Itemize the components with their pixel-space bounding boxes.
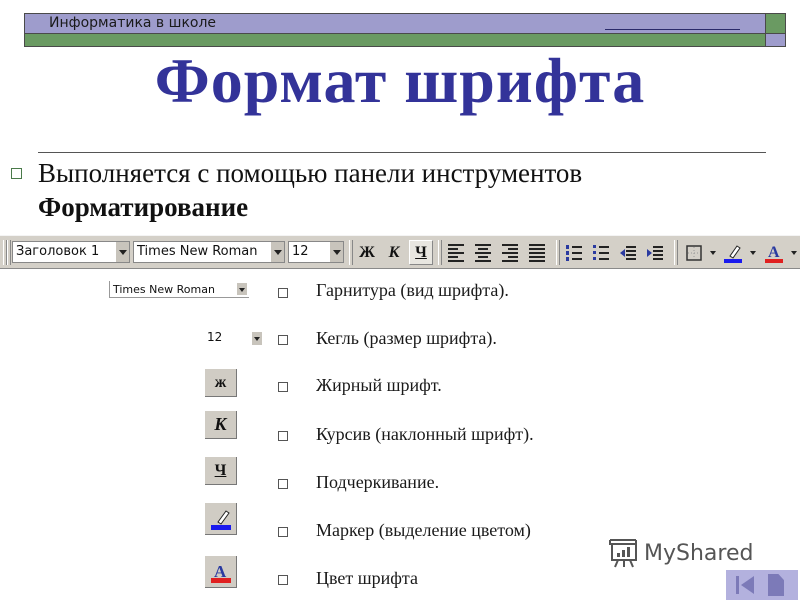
watermark-logo: MyShared — [606, 537, 753, 569]
align-center-icon — [475, 243, 491, 262]
decrease-indent-button[interactable] — [616, 240, 640, 265]
font-combo[interactable]: Times New Roman — [133, 241, 285, 263]
highlight-dropdown-icon[interactable] — [750, 251, 756, 255]
svg-text:A: A — [768, 244, 780, 261]
sample-bold-button: ж — [205, 369, 237, 397]
bullet-icon — [278, 288, 288, 298]
increase-indent-button[interactable] — [643, 240, 667, 265]
justify-button[interactable] — [525, 240, 549, 265]
highlight-button[interactable] — [721, 240, 745, 265]
font-color-button[interactable]: A — [762, 240, 786, 265]
font-value: Times New Roman — [137, 244, 258, 259]
size-combo[interactable]: 12 — [288, 241, 344, 263]
intro-toolbar-name: Форматирование — [38, 192, 249, 222]
highlighter-icon — [724, 244, 742, 263]
chevron-down-icon — [252, 332, 262, 345]
underline-button[interactable]: Ч — [409, 240, 433, 265]
toolbar-separator — [556, 240, 560, 265]
slide-title: Формат шрифта — [154, 45, 646, 116]
font-color-icon: A — [765, 244, 783, 263]
slide-nav — [726, 570, 798, 600]
chevron-down-icon[interactable] — [330, 242, 343, 262]
bold-button[interactable]: Ж — [355, 240, 379, 265]
align-center-button[interactable] — [471, 240, 495, 265]
align-right-button[interactable] — [498, 240, 522, 265]
bullet-icon — [278, 527, 288, 537]
page-icon[interactable] — [768, 574, 784, 596]
bullet-icon — [278, 431, 288, 441]
toolbar-grip[interactable] — [7, 240, 11, 265]
toolbar-separator — [674, 240, 678, 265]
toolbar-separator — [349, 240, 353, 265]
sample-underline-button: Ч — [205, 457, 237, 485]
chevron-down-icon[interactable] — [116, 242, 129, 262]
chevron-down-icon[interactable] — [271, 242, 284, 262]
list-item: Кегль (размер шрифта). — [316, 328, 497, 348]
header-top-band: Информатика в школе — [25, 14, 765, 34]
bulleted-list-button[interactable] — [589, 240, 613, 265]
list-item: Жирный шрифт. — [316, 375, 442, 395]
align-left-button[interactable] — [444, 240, 468, 265]
header-title: Информатика в школе — [49, 15, 217, 31]
title-divider — [38, 152, 766, 153]
sample-highlight-button — [205, 503, 237, 535]
bullet-icon — [278, 575, 288, 585]
chevron-down-icon — [237, 283, 247, 295]
sample-size-value: 12 — [207, 330, 223, 344]
numbered-list-button[interactable] — [562, 240, 586, 265]
increase-indent-icon — [647, 245, 663, 260]
justify-icon — [529, 243, 545, 262]
list-item: Маркер (выделение цветом) — [316, 520, 531, 540]
header-corner-square — [765, 14, 785, 34]
align-left-icon — [448, 243, 464, 262]
font-color-icon: A — [210, 562, 231, 583]
intro-text: Выполняется с помощью панели инструменто… — [38, 156, 582, 224]
size-value: 12 — [292, 244, 309, 259]
bulleted-list-icon — [593, 244, 609, 260]
bullet-icon — [278, 479, 288, 489]
first-slide-icon[interactable] — [734, 575, 756, 595]
list-item: Курсив (наклонный шрифт). — [316, 424, 534, 444]
font-color-dropdown-icon[interactable] — [791, 251, 797, 255]
highlighter-icon — [210, 509, 231, 530]
bullet-icon — [278, 335, 288, 345]
borders-icon — [686, 244, 702, 261]
list-item: Подчеркивание. — [316, 472, 440, 492]
style-combo[interactable]: Заголовок 1 — [12, 241, 130, 263]
sample-font-color-button: A — [205, 556, 237, 588]
list-item: Цвет шрифта — [316, 568, 418, 588]
intro-line-1: Выполняется с помощью панели инструменто… — [38, 158, 583, 188]
sample-font-combo: Times New Roman — [109, 281, 249, 298]
bullet-icon — [11, 168, 22, 179]
bullet-icon — [278, 382, 288, 392]
watermark-text: MyShared — [644, 540, 754, 566]
numbered-list-icon — [566, 244, 582, 261]
style-value: Заголовок 1 — [16, 244, 100, 259]
list-item: Гарнитура (вид шрифта). — [316, 280, 509, 300]
decrease-indent-icon — [620, 245, 636, 260]
borders-button[interactable] — [682, 240, 706, 265]
align-right-icon — [502, 243, 518, 262]
formatting-toolbar: Заголовок 1 Times New Roman 12 Ж К Ч A — [0, 235, 800, 269]
presentation-board-icon — [609, 539, 637, 568]
sample-italic-button: К — [205, 411, 237, 439]
header-underline — [605, 29, 740, 30]
header-bar: Информатика в школе — [24, 13, 786, 47]
borders-dropdown-icon[interactable] — [710, 251, 716, 255]
sample-font-value: Times New Roman — [113, 283, 215, 296]
italic-button[interactable]: К — [382, 240, 406, 265]
toolbar-separator — [438, 240, 442, 265]
